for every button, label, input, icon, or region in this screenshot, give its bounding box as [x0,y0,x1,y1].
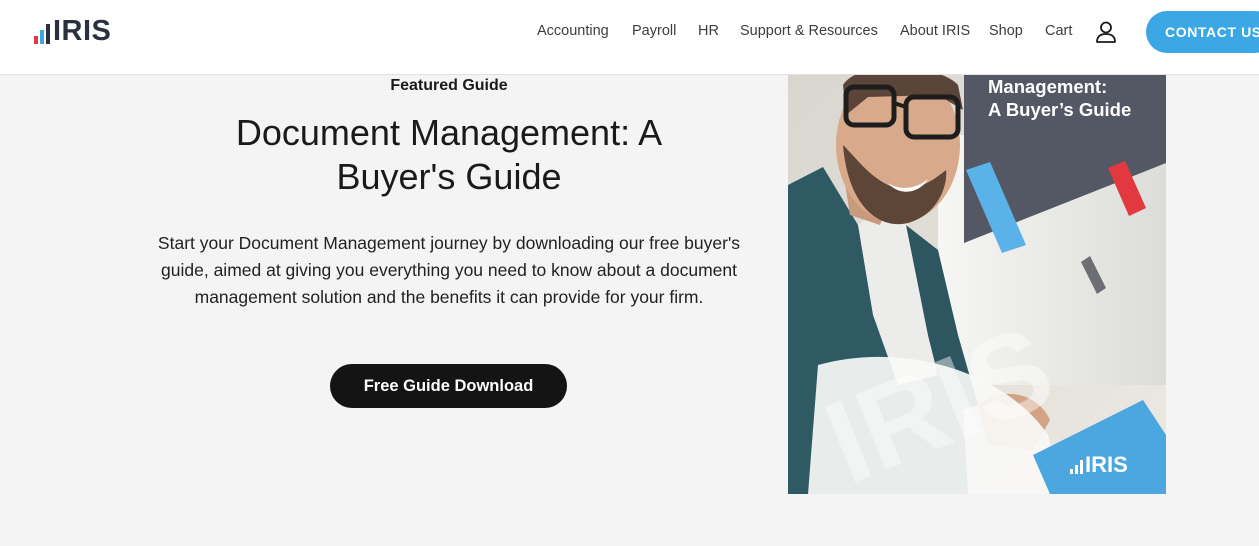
page-title: Document Management: A Buyer's Guide [235,112,663,197]
cover-logo-text: IRIS [1085,452,1128,477]
featured-guide-label: Featured Guide [390,77,508,94]
user-icon[interactable] [1095,21,1117,43]
nav-item-support-resources[interactable]: Support & Resources [740,21,878,41]
site-header: IRIS Accounting Payroll HR Support & Res… [0,0,1259,75]
logo-bars-icon [34,24,50,44]
cover-title-line2: A Buyer’s Guide [988,99,1132,120]
cover-logo-bars-icon [1070,460,1083,474]
cover-title: Management: A Buyer’s Guide [988,75,1131,121]
nav-item-accounting[interactable]: Accounting [537,21,609,41]
guide-cover-image: IRIS Management: A Buyer’s Guide IRIS [788,75,1166,494]
logo-text: IRIS [53,15,112,47]
nav-item-shop[interactable]: Shop [989,21,1023,41]
nav-item-payroll[interactable]: Payroll [632,21,676,41]
nav-item-about-iris[interactable]: About IRIS [900,21,970,41]
iris-logo[interactable]: IRIS [34,15,112,47]
guide-description: Start your Document Management journey b… [157,233,741,307]
free-guide-download-button[interactable]: Free Guide Download [330,364,567,408]
nav-item-cart[interactable]: Cart [1045,21,1072,41]
cover-title-line1: Management: [988,76,1108,97]
cover-iris-logo: IRIS [1070,452,1128,477]
nav-item-hr[interactable]: HR [698,21,719,41]
cover-photo-illustration: IRIS [788,75,1166,494]
contact-us-button[interactable]: CONTACT US [1146,11,1259,53]
